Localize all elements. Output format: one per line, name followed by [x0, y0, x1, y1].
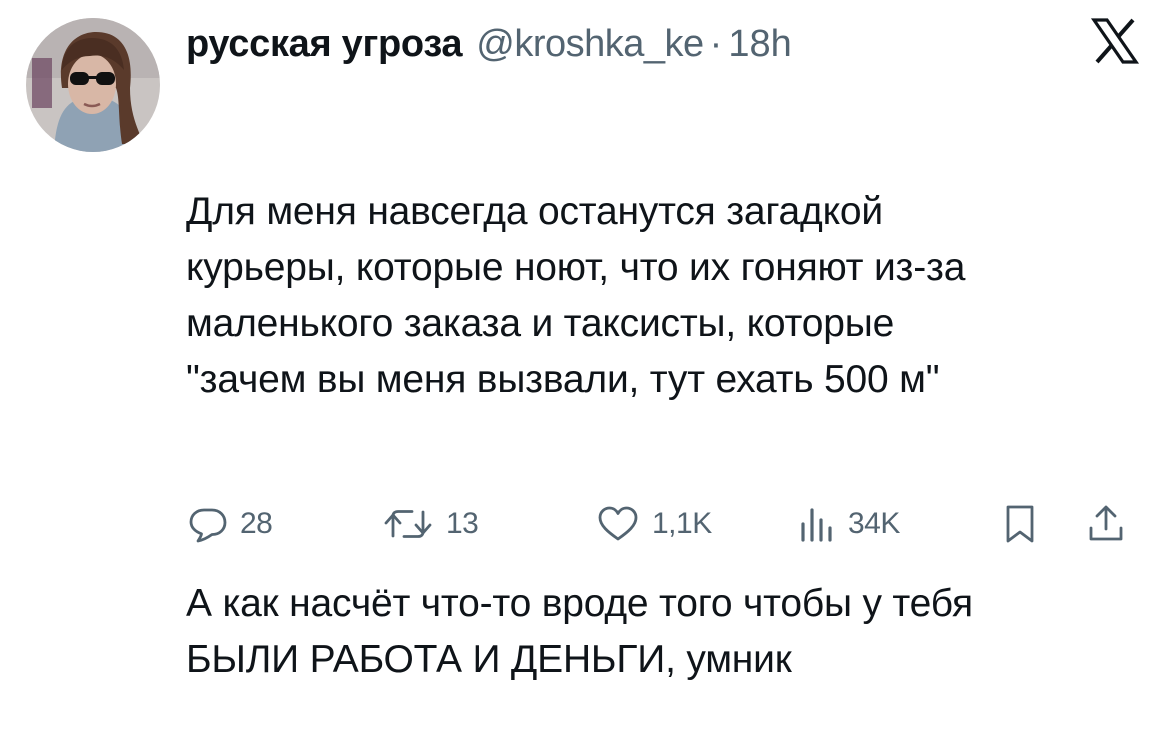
speech-bubble-icon [189, 508, 227, 543]
reply-button[interactable]: 28 [188, 496, 273, 552]
tweet-actions-bar: 28 13 1,1K 34K [186, 496, 1146, 552]
author-display-name[interactable]: русская угроза [186, 14, 463, 74]
author-handle[interactable]: @kroshka_ke [476, 14, 704, 74]
repost-arrows-icon [384, 510, 432, 538]
avatar-image [26, 18, 160, 152]
share-button[interactable] [1086, 496, 1126, 552]
like-button[interactable]: 1,1K [596, 496, 712, 552]
tweet-timestamp[interactable]: 18h [728, 14, 791, 74]
tweet-body: Для меня навсегда останутся загадкой кур… [186, 72, 1146, 744]
avatar[interactable] [26, 18, 160, 152]
share-upload-icon [1089, 505, 1123, 541]
reply-count: 28 [240, 507, 273, 540]
views-count: 34K [848, 507, 900, 540]
tweet-paragraph: Для меня навсегда останутся загадкой кур… [186, 190, 966, 401]
heart-icon [598, 506, 638, 541]
tweet-header: русская угроза @kroshka_ke · 18h [186, 14, 792, 74]
repost-button[interactable]: 13 [382, 496, 479, 552]
views-button[interactable]: 34K [798, 496, 900, 552]
bookmark-button[interactable] [1002, 496, 1038, 552]
like-count: 1,1K [652, 507, 712, 540]
repost-count: 13 [446, 507, 479, 540]
header-separator: · [709, 23, 723, 65]
bar-chart-icon [801, 508, 832, 542]
tweet-paragraph: А как насчёт что-то вроде того чтобы у т… [186, 582, 973, 681]
x-logo-icon [1090, 16, 1140, 66]
bookmark-icon [1006, 505, 1034, 543]
